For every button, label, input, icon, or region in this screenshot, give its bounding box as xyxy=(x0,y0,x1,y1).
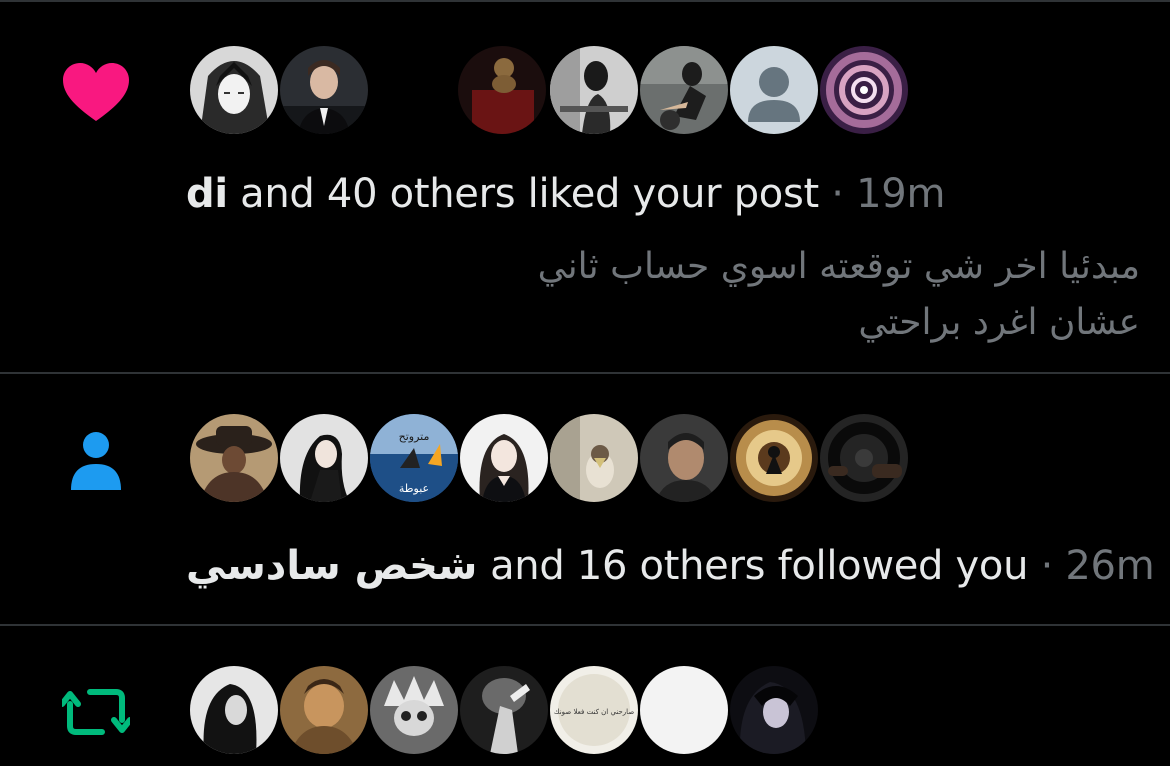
follow-notification[interactable]: متروتح عبوطة شخص سادسي and 16 others fol… xyxy=(0,374,1170,626)
avatar[interactable] xyxy=(280,46,368,134)
avatar[interactable] xyxy=(640,414,728,502)
follow-summary[interactable]: شخص سادسي and 16 others followed you · 2… xyxy=(186,542,1155,590)
avatar[interactable] xyxy=(550,46,638,134)
avatar[interactable]: متروتح عبوطة xyxy=(370,414,458,502)
retweet-notification[interactable]: صارحني ان كنت فعلا صونك xyxy=(0,626,1170,766)
actor-name[interactable]: di xyxy=(186,171,228,217)
avatar[interactable] xyxy=(460,414,548,502)
avatar[interactable] xyxy=(280,414,368,502)
action-text: and 16 others followed you xyxy=(477,543,1029,589)
retweet-icon xyxy=(60,676,132,748)
avatar[interactable] xyxy=(370,666,458,754)
avatar[interactable] xyxy=(730,666,818,754)
separator: · xyxy=(818,171,857,217)
avatar-caption: عبوطة xyxy=(399,482,429,495)
avatar[interactable] xyxy=(280,666,368,754)
avatar[interactable] xyxy=(190,666,278,754)
separator: · xyxy=(1028,543,1066,589)
avatar[interactable] xyxy=(730,46,818,134)
actor-name[interactable]: شخص سادسي xyxy=(186,543,478,589)
avatar[interactable] xyxy=(640,666,728,754)
like-summary[interactable]: di and 40 others liked your post · 19m xyxy=(186,170,945,218)
avatar[interactable]: صارحني ان كنت فعلا صونك xyxy=(550,666,638,754)
person-icon xyxy=(60,424,132,496)
timestamp: 19m xyxy=(856,171,946,217)
avatar[interactable] xyxy=(820,46,908,134)
like-notification[interactable]: di and 40 others liked your post · 19m م… xyxy=(0,2,1170,374)
avatar[interactable] xyxy=(550,414,638,502)
avatar[interactable] xyxy=(458,46,546,134)
avatar[interactable] xyxy=(190,414,278,502)
avatar[interactable] xyxy=(640,46,728,134)
heart-icon xyxy=(60,57,132,129)
follower-avatars: متروتح عبوطة xyxy=(190,414,1130,506)
avatar[interactable] xyxy=(730,414,818,502)
avatar[interactable] xyxy=(820,414,908,502)
post-preview-line-2[interactable]: عشان اغرد براحتي xyxy=(858,296,1140,350)
action-text: and 40 others liked your post xyxy=(227,171,819,217)
avatar[interactable] xyxy=(460,666,548,754)
retweeter-avatars: صارحني ان كنت فعلا صونك xyxy=(190,666,1130,758)
post-preview-line-1[interactable]: مبدئيا اخر شي توقعته اسوي حساب ثاني xyxy=(538,240,1140,294)
timestamp: 26m xyxy=(1065,543,1155,589)
liker-avatars xyxy=(190,46,1130,138)
avatar[interactable] xyxy=(190,46,278,134)
avatar-caption: متروتح xyxy=(399,430,430,443)
avatar-caption: صارحني ان كنت فعلا صونك xyxy=(554,708,634,716)
